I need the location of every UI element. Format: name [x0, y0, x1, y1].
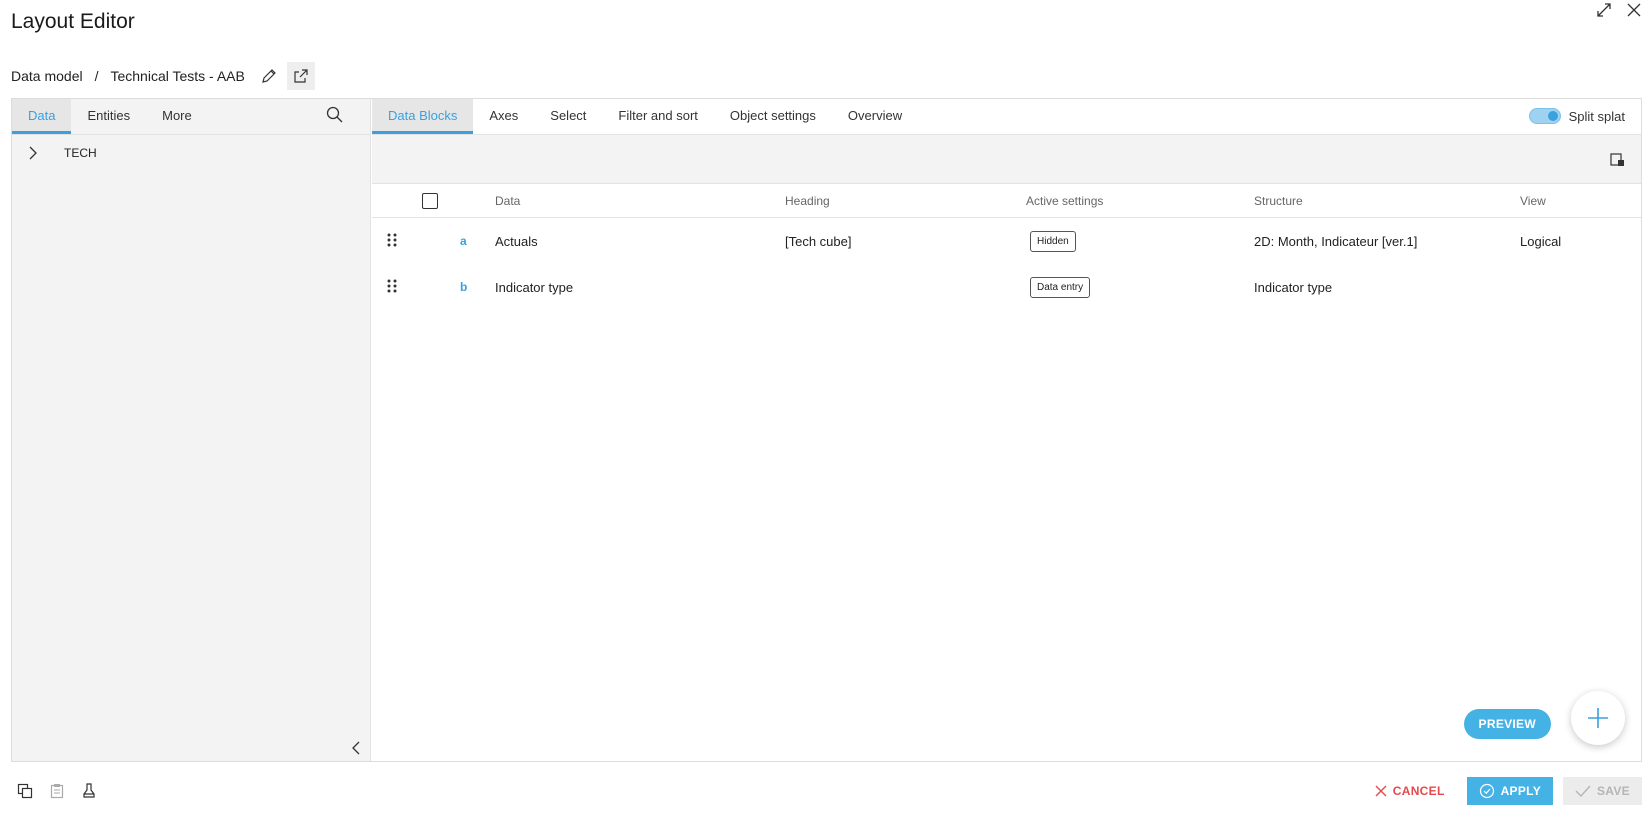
left-tabs: Data Entities More [12, 99, 370, 135]
row-heading: [Tech cube] [785, 233, 852, 249]
status-badge: Data entry [1030, 276, 1091, 298]
row-data: Indicator type [495, 279, 574, 295]
tab-more[interactable]: More [146, 99, 208, 134]
column-header-heading[interactable]: Heading [785, 194, 830, 208]
tab-overview[interactable]: Overview [832, 99, 918, 134]
cancel-button[interactable]: CANCEL [1363, 777, 1457, 805]
close-icon[interactable] [1624, 0, 1644, 20]
column-header-view[interactable]: View [1520, 194, 1546, 208]
column-header-data[interactable]: Data [495, 194, 520, 208]
tree-item-label: TECH [64, 146, 97, 160]
row-letter: a [460, 234, 467, 248]
breadcrumb: Data model / Technical Tests - AAB [11, 62, 315, 90]
format-painter-icon[interactable] [80, 782, 98, 800]
external-link-icon[interactable] [286, 62, 315, 90]
row-view: Logical [1520, 233, 1562, 249]
copy-icon[interactable] [16, 782, 34, 800]
paste-icon[interactable] [48, 782, 66, 800]
action-bar: CANCEL APPLY SAVE [1363, 777, 1642, 805]
search-icon[interactable] [326, 106, 346, 126]
window-controls [1594, 0, 1644, 20]
tree-item-tech[interactable]: TECH [12, 135, 370, 171]
row-structure: 2D: Month, Indicateur [ver.1] [1254, 233, 1418, 249]
drag-handle-icon[interactable] [386, 279, 398, 296]
row-letter: b [460, 280, 468, 294]
tab-data[interactable]: Data [12, 99, 72, 134]
breadcrumb-separator: / [94, 68, 99, 84]
row-data: Actuals [495, 233, 538, 249]
split-splat-label: Split splat [1568, 108, 1625, 124]
bottom-toolbar [16, 782, 98, 800]
row-structure: Indicator type [1254, 279, 1333, 295]
blocks-toolbar [372, 135, 1641, 184]
close-icon [1375, 785, 1387, 797]
right-tabs: Data Blocks Axes Select Filter and sort … [372, 99, 1641, 135]
split-splat-toggle[interactable]: Split splat [1528, 108, 1625, 124]
right-panel: Data Blocks Axes Select Filter and sort … [372, 99, 1641, 761]
row-active-settings: Data entry [1026, 276, 1091, 298]
column-header-structure[interactable]: Structure [1254, 194, 1303, 208]
check-circle-icon [1479, 783, 1494, 799]
status-badge: Hidden [1030, 230, 1076, 252]
table-header: Data Heading Active settings Structure V… [372, 184, 1641, 218]
select-all-checkbox[interactable] [422, 192, 438, 209]
preview-button[interactable]: PREVIEW [1463, 709, 1551, 739]
pencil-icon[interactable] [259, 66, 279, 86]
add-button[interactable] [1571, 691, 1625, 745]
table-row[interactable]: a Actuals [Tech cube] Hidden 2D: Month, … [372, 218, 1641, 264]
tab-entities[interactable]: Entities [71, 99, 146, 134]
save-label: SAVE [1597, 784, 1630, 798]
column-header-active-settings[interactable]: Active settings [1026, 194, 1103, 208]
editor-frame: Data Entities More TECH Data Blocks Axes… [11, 98, 1642, 762]
row-active-settings: Hidden [1026, 230, 1076, 252]
breadcrumb-root[interactable]: Data model [11, 68, 83, 84]
drag-handle-icon[interactable] [386, 233, 398, 250]
tab-select[interactable]: Select [534, 99, 602, 134]
check-icon [1575, 785, 1591, 798]
table-row[interactable]: b Indicator type Data entry Indicator ty… [372, 264, 1641, 310]
collapse-panel-icon[interactable] [347, 739, 365, 757]
expand-icon[interactable] [1594, 0, 1614, 20]
plus-icon [1588, 708, 1608, 728]
apply-label: APPLY [1500, 784, 1541, 798]
cancel-label: CANCEL [1392, 784, 1445, 798]
tab-filter-and-sort[interactable]: Filter and sort [602, 99, 713, 134]
save-button[interactable]: SAVE [1563, 777, 1642, 805]
left-panel: Data Entities More TECH [12, 99, 371, 761]
tab-axes[interactable]: Axes [473, 99, 534, 134]
breadcrumb-current: Technical Tests - AAB [110, 68, 245, 84]
tab-data-blocks[interactable]: Data Blocks [372, 99, 474, 134]
toggle-switch[interactable] [1528, 108, 1561, 124]
page-title: Layout Editor [11, 10, 135, 33]
apply-button[interactable]: APPLY [1466, 777, 1553, 805]
chevron-right-icon[interactable] [24, 144, 42, 162]
tab-object-settings[interactable]: Object settings [714, 99, 832, 134]
export-icon[interactable] [1609, 152, 1627, 170]
